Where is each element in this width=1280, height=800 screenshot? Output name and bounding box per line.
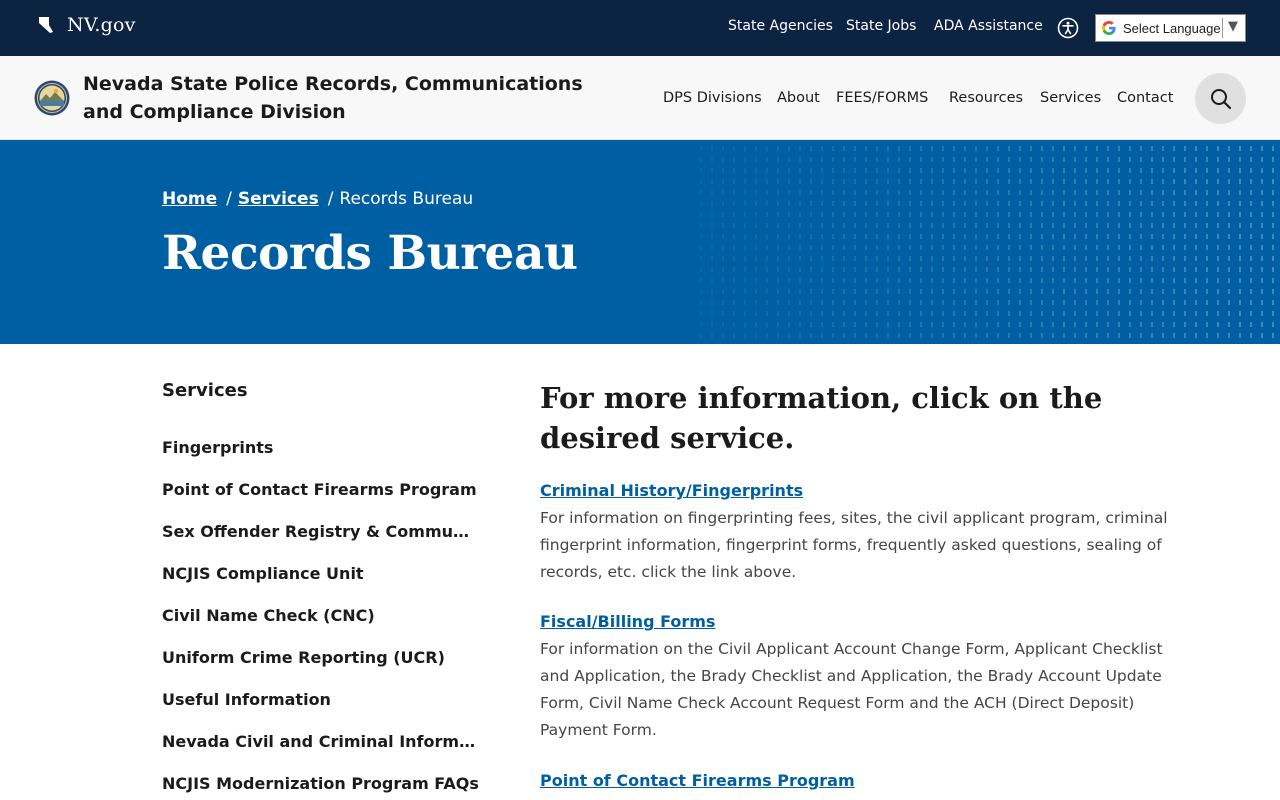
top-utility-bar: NV.gov State Agencies State Jobs ADA Ass… [0, 0, 1280, 56]
state-jobs-link[interactable]: State Jobs [846, 18, 916, 34]
fiscal-billing-description: For information on the Civil Applicant A… [540, 640, 1163, 739]
content-heading: For more information, click on the desir… [540, 381, 1103, 455]
sidebar-item-ncjis-compliance[interactable]: NCJIS Compliance Unit [162, 564, 482, 583]
site-title[interactable]: Nevada State Police Records, Communicati… [83, 70, 583, 126]
nav-dps-divisions[interactable]: DPS Divisions [663, 90, 762, 106]
criminal-history-description: For information on fingerprinting fees, … [540, 509, 1168, 581]
breadcrumb-separator: / [226, 189, 232, 209]
page-title: Records Bureau [162, 226, 578, 281]
breadcrumb-services-link[interactable]: Services [238, 189, 319, 209]
language-divider [1222, 18, 1223, 38]
sidebar-item-fingerprints[interactable]: Fingerprints [162, 438, 482, 457]
criminal-history-link[interactable]: Criminal History/Fingerprints [540, 481, 803, 500]
nav-contact[interactable]: Contact [1117, 90, 1173, 106]
nv-gov-label: NV.gov [67, 14, 136, 36]
nv-gov-brand-link[interactable]: NV.gov [38, 14, 136, 36]
sidebar-item-civil-name-check[interactable]: Civil Name Check (CNC) [162, 606, 482, 625]
page-hero-banner: Home / Services / Records Bureau Records… [0, 140, 1280, 344]
breadcrumb: Home / Services / Records Bureau [162, 189, 473, 209]
nav-about[interactable]: About [777, 90, 820, 106]
firearms-program-link[interactable]: Point of Contact Firearms Program [540, 771, 855, 790]
nav-services[interactable]: Services [1040, 90, 1101, 106]
search-button[interactable] [1195, 73, 1246, 124]
breadcrumb-separator: / [327, 189, 334, 209]
sidebar-item-useful-information[interactable]: Useful Information [162, 690, 482, 709]
breadcrumb-home-link[interactable]: Home [162, 189, 217, 209]
sidebar-item-firearms-program[interactable]: Point of Contact Firearms Program [162, 480, 482, 499]
sidebar-title: Services [162, 380, 248, 401]
accessibility-icon[interactable] [1057, 17, 1079, 39]
nav-fees-forms[interactable]: FEES/FORMS [836, 90, 928, 106]
nevada-state-icon [39, 17, 53, 33]
sidebar-item-ucr[interactable]: Uniform Crime Reporting (UCR) [162, 648, 482, 667]
breadcrumb-current: Records Bureau [339, 189, 474, 209]
language-select-label: Select Language [1123, 20, 1221, 36]
state-agencies-link[interactable]: State Agencies [728, 18, 833, 34]
nav-resources[interactable]: Resources [949, 90, 1023, 106]
sidebar-item-sex-offender-registry[interactable]: Sex Offender Registry & Community Notifi… [162, 522, 474, 541]
google-g-icon [1102, 21, 1116, 35]
language-select[interactable]: Select Language ▼ [1095, 14, 1246, 42]
fiscal-billing-forms-link[interactable]: Fiscal/Billing Forms [540, 612, 715, 631]
ada-assistance-link[interactable]: ADA Assistance [934, 18, 1043, 34]
sidebar-item-criminal-repository[interactable]: Nevada Civil and Criminal Information Re… [162, 732, 480, 751]
site-header: Nevada State Police Records, Communicati… [0, 56, 1280, 140]
sidebar-item-ncjis-modernization[interactable]: NCJIS Modernization Program FAQs [162, 774, 482, 793]
dropdown-arrow-icon: ▼ [1228, 19, 1238, 34]
search-icon [1210, 88, 1231, 109]
nevada-seal-logo[interactable] [34, 80, 70, 116]
